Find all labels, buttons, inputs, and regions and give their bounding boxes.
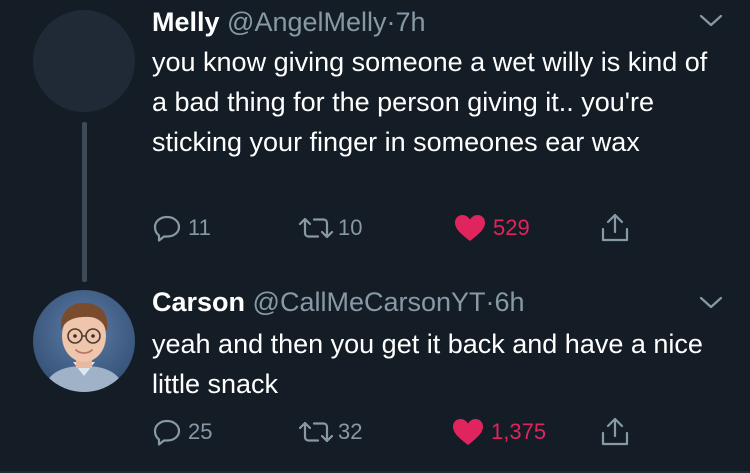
reply-button[interactable]: 25 — [152, 414, 212, 450]
avatar[interactable] — [33, 290, 135, 392]
reply-icon — [153, 419, 181, 446]
tweet-actions: 25 32 1,375 — [0, 414, 750, 450]
reply-count: 11 — [188, 215, 211, 240]
reply-button[interactable]: 11 — [152, 210, 211, 246]
share-icon — [601, 417, 629, 446]
retweet-count: 10 — [338, 215, 363, 240]
user-handle[interactable]: @CallMeCarsonYT — [253, 287, 486, 317]
separator-dot: · — [386, 7, 396, 37]
profile-photo — [33, 290, 135, 392]
user-handle[interactable]: @AngelMelly — [227, 7, 386, 37]
retweet-icon — [298, 217, 334, 239]
thread-connector-line — [82, 122, 87, 282]
chevron-down-icon[interactable] — [698, 13, 724, 29]
retweet-button[interactable]: 10 — [296, 210, 362, 246]
like-count: 529 — [493, 215, 530, 240]
reply-count: 25 — [188, 419, 213, 444]
like-button[interactable]: 529 — [453, 210, 530, 246]
tweet-1[interactable]: Melly @AngelMelly·7h you know giving som… — [0, 0, 750, 290]
share-button[interactable] — [599, 414, 631, 450]
like-count: 1,375 — [491, 419, 547, 444]
avatar[interactable] — [33, 10, 135, 112]
share-button[interactable] — [599, 210, 631, 246]
display-name[interactable]: Melly — [152, 7, 220, 37]
timestamp[interactable]: 6h — [495, 287, 525, 317]
separator-dot: · — [485, 287, 495, 317]
like-button[interactable]: 1,375 — [451, 414, 546, 450]
chevron-down-icon[interactable] — [698, 295, 724, 311]
tweet-text: you know giving someone a wet willy is k… — [152, 47, 708, 157]
retweet-count: 32 — [338, 419, 363, 444]
tweet-text: yeah and then you get it back and have a… — [152, 329, 703, 399]
display-name[interactable]: Carson — [152, 287, 245, 317]
retweet-button[interactable]: 32 — [296, 414, 362, 450]
tweet-2[interactable]: Carson @CallMeCarsonYT·6h yeah and then … — [0, 280, 750, 473]
retweet-icon — [298, 421, 334, 443]
tweet-actions: 11 10 529 — [0, 210, 750, 246]
heart-icon — [455, 215, 485, 241]
timestamp[interactable]: 7h — [396, 7, 426, 37]
share-icon — [601, 213, 629, 242]
heart-icon — [453, 419, 483, 445]
tweet-header: Melly @AngelMelly·7h — [152, 6, 426, 38]
reply-icon — [153, 215, 181, 242]
tweet-header: Carson @CallMeCarsonYT·6h — [152, 286, 525, 318]
